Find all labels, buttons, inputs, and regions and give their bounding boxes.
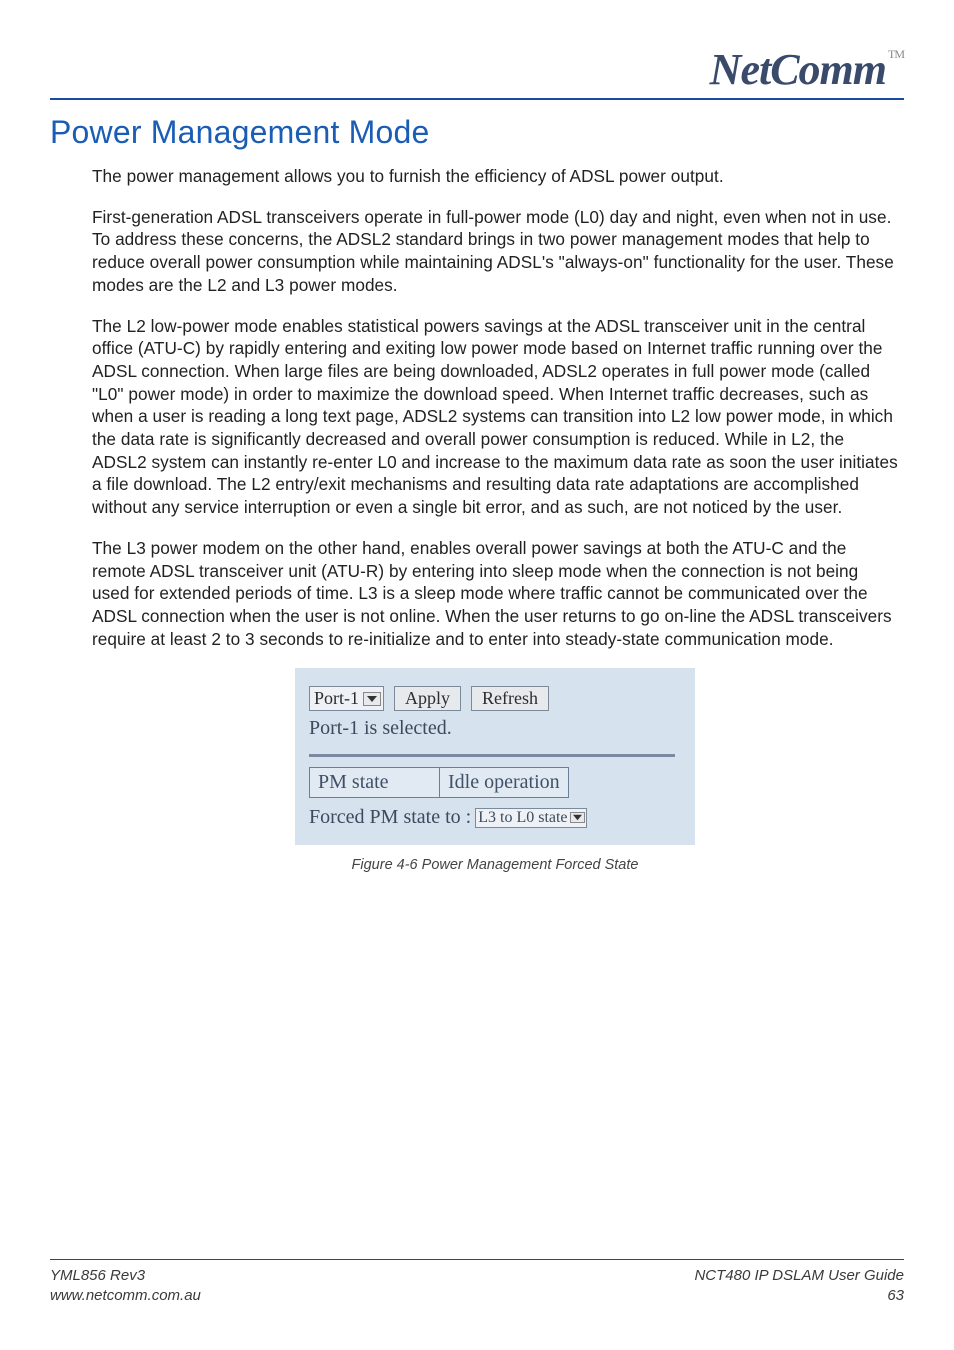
port-select-value: Port-1 [314, 688, 359, 709]
port-select[interactable]: Port-1 [309, 686, 384, 711]
table-row: PM state Idle operation [310, 768, 569, 798]
paragraph: The L3 power modem on the other hand, en… [92, 537, 898, 651]
pm-state-table: PM state Idle operation [309, 767, 569, 798]
footer-doc-rev: YML856 Rev3 [50, 1266, 201, 1286]
trademark: TM [888, 47, 904, 61]
divider [309, 754, 675, 757]
figure-caption: Figure 4-6 Power Management Forced State [92, 857, 898, 873]
refresh-button[interactable]: Refresh [471, 686, 549, 711]
page-title: Power Management Mode [50, 114, 904, 151]
chevron-down-icon [570, 812, 585, 823]
paragraph: First-generation ADSL transceivers opera… [92, 206, 898, 297]
figure-screenshot: Port-1 Apply Refresh Port-1 is selected.… [295, 668, 695, 845]
body-text: The power management allows you to furni… [50, 165, 904, 873]
forced-pm-select[interactable]: L3 to L0 state [475, 808, 586, 828]
paragraph: The power management allows you to furni… [92, 165, 898, 188]
pm-state-value: Idle operation [440, 768, 569, 798]
footer-doc-title: NCT480 IP DSLAM User Guide [694, 1266, 904, 1286]
apply-button[interactable]: Apply [394, 686, 461, 711]
footer-page-number: 63 [694, 1286, 904, 1306]
port-status-text: Port-1 is selected. [309, 717, 675, 740]
forced-pm-label: Forced PM state to : [309, 806, 471, 829]
brand-name: NetComm [710, 45, 886, 94]
paragraph: The L2 low-power mode enables statistica… [92, 315, 898, 519]
forced-pm-value: L3 to L0 state [478, 809, 567, 827]
page-footer: YML856 Rev3 www.netcomm.com.au NCT480 IP… [50, 1259, 904, 1307]
page-header: NetCommTM [50, 48, 904, 100]
brand-logo: NetCommTM [710, 48, 904, 92]
chevron-down-icon [363, 692, 381, 706]
pm-state-label: PM state [310, 768, 440, 798]
footer-url: www.netcomm.com.au [50, 1286, 201, 1306]
